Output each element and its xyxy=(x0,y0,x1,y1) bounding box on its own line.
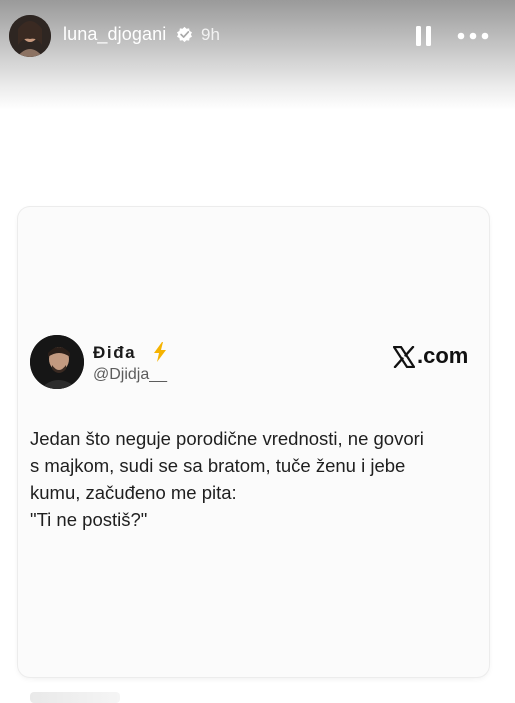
tweet-author-avatar xyxy=(30,335,84,389)
tweet-text: Jedan što neguje porodične vrednosti, ne… xyxy=(30,425,482,533)
story-header: luna_djogani 9h xyxy=(0,0,515,110)
tweet-card[interactable]: Điđa @Djidja__ .com Jedan što neguje por… xyxy=(18,207,489,677)
tweet-author-name: Điđa xyxy=(93,343,137,362)
tweet-source: .com xyxy=(417,343,469,368)
story-username[interactable]: luna_djogani xyxy=(63,24,166,45)
tweet-text-line: s majkom, sudi se sa bratom, tuče ženu i… xyxy=(30,455,406,476)
tweet-author-handle: @Djidja__ xyxy=(93,366,168,383)
verified-badge-icon xyxy=(177,26,192,43)
x-logo-icon xyxy=(393,346,415,368)
more-horizontal-icon[interactable] xyxy=(456,24,490,48)
story-timestamp: 9h xyxy=(201,25,220,44)
lightning-bolt-icon xyxy=(154,342,166,362)
tweet-text-line: Jedan što neguje porodične vrednosti, ne… xyxy=(30,428,424,449)
tweet-text-line: "Ti ne postiš?" xyxy=(30,509,148,530)
pause-icon[interactable] xyxy=(413,25,435,47)
bottom-content-hint xyxy=(30,692,120,703)
profile-avatar[interactable] xyxy=(9,15,51,57)
tweet-text-line: kumu, začuđeno me pita: xyxy=(30,482,237,503)
